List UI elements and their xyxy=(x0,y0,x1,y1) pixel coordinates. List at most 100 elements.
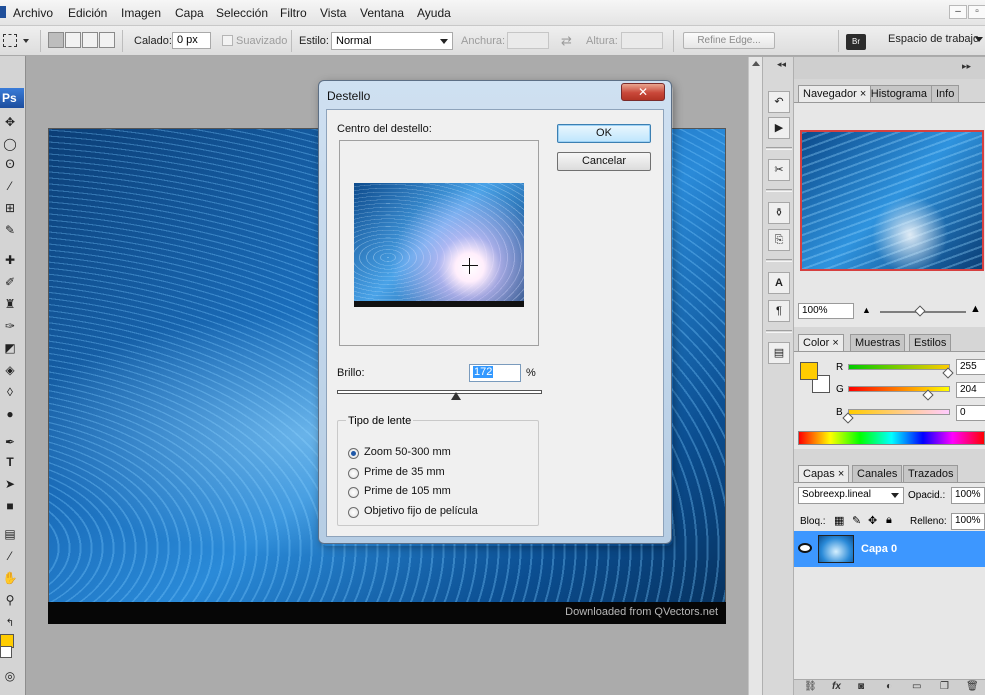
brushes-icon[interactable]: ⚱ xyxy=(768,202,790,224)
add-selection-icon[interactable] xyxy=(65,32,81,48)
width-input[interactable] xyxy=(507,32,549,49)
close-icon[interactable]: × xyxy=(832,337,838,349)
lens-label-movie[interactable]: Objetivo fijo de película xyxy=(364,505,478,517)
menu-ventana[interactable]: Ventana xyxy=(360,6,404,20)
eraser-tool-icon[interactable]: ◩ xyxy=(2,340,18,356)
quick-mask-icon[interactable]: ◎ xyxy=(2,668,18,684)
new-group-icon[interactable]: ▭ xyxy=(912,681,921,692)
color-foreground-swatch[interactable] xyxy=(800,362,818,380)
history-brush-icon[interactable]: ✑ xyxy=(2,318,18,334)
style-select[interactable]: Normal xyxy=(331,32,453,50)
hand-tool-icon[interactable]: ✋ xyxy=(2,570,18,586)
lens-radio-35mm[interactable] xyxy=(348,468,359,479)
new-selection-icon[interactable] xyxy=(48,32,64,48)
type-tool-icon[interactable]: T xyxy=(2,454,18,470)
restore-button[interactable]: ▫ xyxy=(968,5,985,19)
tab-info[interactable]: Info xyxy=(931,85,960,102)
lasso-tool-icon[interactable]: ʘ xyxy=(2,156,18,172)
slice-tool-icon[interactable]: ✎ xyxy=(2,222,18,238)
new-layer-icon[interactable]: ❐ xyxy=(940,681,949,692)
delete-layer-icon[interactable]: 🗑︎ xyxy=(966,681,979,692)
ok-button[interactable]: OK xyxy=(557,124,651,143)
layer-style-icon[interactable]: fx xyxy=(832,681,841,692)
path-selection-icon[interactable]: ➤ xyxy=(2,476,18,492)
tab-canales[interactable]: Canales xyxy=(852,465,903,482)
blur-tool-icon[interactable]: ◊ xyxy=(2,384,18,400)
navigator-preview[interactable] xyxy=(800,130,984,271)
swap-icon[interactable]: ⇄ xyxy=(561,33,572,49)
zoom-out-icon[interactable]: ▲ xyxy=(862,305,871,315)
dodge-tool-icon[interactable]: ● xyxy=(2,406,18,422)
tab-trazados[interactable]: Trazados xyxy=(903,465,959,482)
healing-brush-icon[interactable]: ✚ xyxy=(2,252,18,268)
lock-image-icon[interactable]: ✎ xyxy=(852,514,861,527)
green-value[interactable]: 204 xyxy=(956,382,985,398)
refine-edge-button[interactable]: Refine Edge... xyxy=(683,32,775,49)
tab-histograma[interactable]: Histograma xyxy=(870,85,932,102)
feather-input[interactable]: 0 px xyxy=(172,32,211,49)
expand-panels-icon[interactable]: ▸▸ xyxy=(962,61,971,72)
subtract-selection-icon[interactable] xyxy=(82,32,98,48)
brightness-slider[interactable] xyxy=(337,390,542,394)
brightness-slider-thumb[interactable] xyxy=(450,392,461,400)
intersect-selection-icon[interactable] xyxy=(99,32,115,48)
lock-all-icon[interactable]: 🔒︎ xyxy=(886,514,892,527)
lens-radio-movie[interactable] xyxy=(348,507,359,518)
paragraph-icon[interactable]: ¶ xyxy=(768,300,790,322)
marquee-tool-icon[interactable] xyxy=(3,34,17,47)
tab-estilos[interactable]: Estilos xyxy=(909,334,952,351)
bridge-icon[interactable]: Br xyxy=(846,34,866,50)
eye-icon[interactable] xyxy=(798,543,812,553)
color-spectrum[interactable] xyxy=(798,431,985,445)
menu-ayuda[interactable]: Ayuda xyxy=(417,6,451,20)
height-input[interactable] xyxy=(621,32,663,49)
clone-stamp-icon[interactable]: ♜ xyxy=(2,296,18,312)
tab-muestras[interactable]: Muestras xyxy=(850,334,906,351)
vertical-scrollbar[interactable] xyxy=(748,57,762,695)
pen-tool-icon[interactable]: ✒ xyxy=(2,434,18,450)
menu-filtro[interactable]: Filtro xyxy=(280,6,307,20)
blend-mode-select[interactable]: Sobreexp.lineal xyxy=(798,487,904,504)
fill-input[interactable]: 100% xyxy=(951,513,985,530)
magic-wand-icon[interactable]: ⁄ xyxy=(2,178,18,194)
tool-preset-arrow-icon[interactable] xyxy=(23,39,29,43)
swap-colors-icon[interactable]: ↰ xyxy=(2,616,18,632)
link-layers-icon[interactable]: ⛓ xyxy=(804,681,817,692)
close-icon[interactable]: × xyxy=(838,468,844,480)
cancel-button[interactable]: Cancelar xyxy=(557,152,651,171)
tab-color[interactable]: Color × xyxy=(798,334,844,351)
lock-position-icon[interactable]: ✥ xyxy=(868,514,877,527)
opacity-input[interactable]: 100% xyxy=(951,487,985,504)
layer-name[interactable]: Capa 0 xyxy=(861,543,897,555)
minimize-button[interactable]: – xyxy=(949,5,967,19)
menu-seleccion[interactable]: Selección xyxy=(216,6,268,20)
paint-bucket-icon[interactable]: ◈ xyxy=(2,362,18,378)
zoom-tool-icon[interactable]: ⚲ xyxy=(2,592,18,608)
flare-preview-image[interactable] xyxy=(354,183,524,307)
marquee-tool-icon[interactable]: ◯ xyxy=(2,136,18,152)
dialog-close-button[interactable]: ✕ xyxy=(621,83,665,101)
navigator-zoom-input[interactable]: 100% xyxy=(798,303,854,319)
workspace-menu[interactable]: Espacio de trabajo xyxy=(888,33,979,45)
blue-value[interactable]: 0 xyxy=(956,405,985,421)
menu-imagen[interactable]: Imagen xyxy=(121,6,161,20)
tab-capas[interactable]: Capas × xyxy=(798,465,850,482)
menu-edicion[interactable]: Edición xyxy=(68,6,107,20)
character-icon[interactable]: A xyxy=(768,272,790,294)
menu-vista[interactable]: Vista xyxy=(320,6,346,20)
layer-mask-icon[interactable]: ◙ xyxy=(858,681,864,692)
lock-transparent-icon[interactable]: ▦ xyxy=(834,514,844,527)
menu-archivo[interactable]: Archivo xyxy=(13,6,53,20)
scroll-up-icon[interactable] xyxy=(752,61,760,66)
lens-label-zoom[interactable]: Zoom 50-300 mm xyxy=(364,446,451,458)
close-icon[interactable]: × xyxy=(860,88,866,100)
history-icon[interactable]: ↶ xyxy=(768,91,790,113)
eyedropper-icon[interactable]: ⁄ xyxy=(2,548,18,564)
blue-slider[interactable] xyxy=(848,409,950,415)
red-slider[interactable] xyxy=(848,364,950,370)
clone-source-icon[interactable]: ⎘ xyxy=(768,229,790,251)
antialias-checkbox[interactable] xyxy=(222,35,233,46)
layer-comps-icon[interactable]: ▤ xyxy=(768,342,790,364)
tool-presets-icon[interactable]: ✂ xyxy=(768,159,790,181)
move-tool-icon[interactable]: ✥ xyxy=(2,114,18,130)
